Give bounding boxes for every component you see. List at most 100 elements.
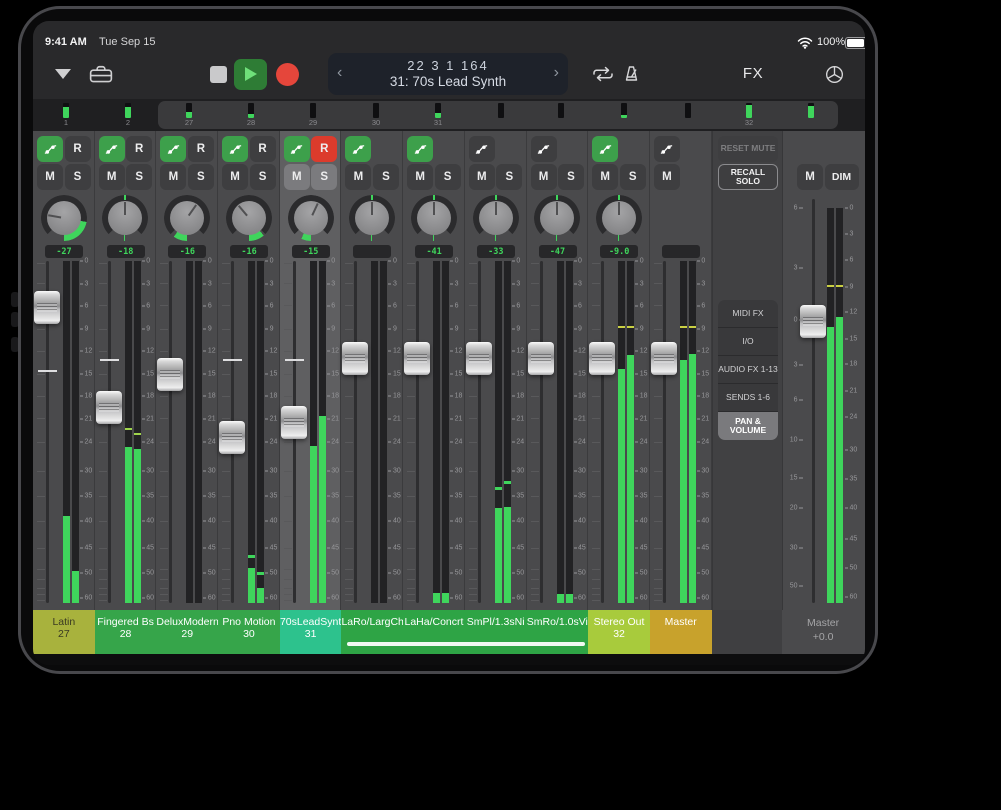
pan-knob[interactable] (534, 195, 580, 241)
record-enable-button[interactable]: R (65, 136, 91, 162)
fader-track[interactable] (663, 261, 666, 603)
track-label-2[interactable]: Fingered Bs28 (95, 610, 157, 654)
solo-button[interactable]: S (311, 164, 337, 190)
automation-button[interactable] (37, 136, 63, 162)
pan-knob[interactable] (288, 195, 334, 241)
track-label-3[interactable]: DeluxModern29 (156, 610, 218, 654)
channel-strip-4[interactable]: RMS-1603691215182124303540455060 (218, 131, 280, 610)
channel-strip-6[interactable]: MS03691215182124303540455060 (341, 131, 403, 610)
fader-cap[interactable] (342, 342, 368, 375)
fader-cap[interactable] (157, 358, 183, 391)
horizontal-scroll-indicator[interactable] (347, 642, 585, 646)
mute-button[interactable]: M (407, 164, 433, 190)
solo-button[interactable]: S (126, 164, 152, 190)
mute-button[interactable]: M (531, 164, 557, 190)
automation-button[interactable] (531, 136, 557, 162)
recall-solo-button[interactable]: RECALL SOLO (718, 164, 778, 190)
track-label-4[interactable]: Pno Motion30 (218, 610, 280, 654)
record-enable-button[interactable]: R (126, 136, 152, 162)
track-label-6[interactable]: LaRo/LargCh (341, 610, 403, 654)
settings-icon[interactable] (824, 64, 845, 90)
browser-icon[interactable] (89, 65, 113, 89)
record-enable-button[interactable]: R (250, 136, 276, 162)
channel-strip-3[interactable]: RMS-1603691215182124303540455060 (156, 131, 218, 610)
solo-button[interactable]: S (250, 164, 276, 190)
master-mute-button[interactable]: M (797, 164, 823, 190)
automation-button[interactable] (469, 136, 495, 162)
pan-knob[interactable] (596, 195, 642, 241)
fader-cap[interactable] (404, 342, 430, 375)
automation-button[interactable] (284, 136, 310, 162)
mute-button[interactable]: M (160, 164, 186, 190)
fader-track[interactable] (416, 261, 419, 603)
cycle-icon[interactable] (591, 66, 615, 87)
fader-cap[interactable] (219, 421, 245, 454)
view-button-i-o[interactable]: I/O (718, 328, 778, 356)
fx-tab-label[interactable]: FX (733, 65, 773, 82)
fader-cap[interactable] (528, 342, 554, 375)
fader-cap[interactable] (466, 342, 492, 375)
record-button[interactable] (276, 63, 299, 86)
solo-button[interactable]: S (435, 164, 461, 190)
channel-overview-ruler[interactable]: 12272829303132 (33, 99, 865, 131)
pan-knob[interactable] (102, 195, 148, 241)
mute-button[interactable]: M (592, 164, 618, 190)
pan-knob[interactable] (411, 195, 457, 241)
automation-button[interactable] (654, 136, 680, 162)
reset-mute-button[interactable]: RESET MUTE (718, 136, 778, 162)
lcd-display[interactable]: ‹ 22 3 1 164 31: 70s Lead Synth › (328, 53, 568, 95)
track-label-11[interactable]: Master (650, 610, 712, 654)
automation-button[interactable] (222, 136, 248, 162)
fader-cap[interactable] (651, 342, 677, 375)
mute-button[interactable]: M (654, 164, 680, 190)
fader-cap[interactable] (589, 342, 615, 375)
solo-button[interactable]: S (496, 164, 522, 190)
solo-button[interactable]: S (188, 164, 214, 190)
channel-strip-11[interactable]: M03691215182124303540455060 (650, 131, 712, 610)
track-label-1[interactable]: Latin27 (33, 610, 95, 654)
view-button-sends-1-6[interactable]: SENDS 1-6 (718, 384, 778, 412)
track-label-5[interactable]: 70sLeadSynt31 (280, 610, 342, 654)
record-enable-button[interactable]: R (311, 136, 337, 162)
chevron-down-icon[interactable] (55, 69, 71, 79)
solo-button[interactable]: S (620, 164, 646, 190)
fader-track[interactable] (478, 261, 481, 603)
fader-track[interactable] (169, 261, 172, 603)
channel-strip-9[interactable]: MS-4703691215182124303540455060 (527, 131, 589, 610)
pan-knob[interactable] (226, 195, 272, 241)
automation-button[interactable] (99, 136, 125, 162)
fader-cap[interactable] (96, 391, 122, 424)
pan-knob[interactable] (473, 195, 519, 241)
fader-cap[interactable] (281, 406, 307, 439)
view-button-midi-fx[interactable]: MIDI FX (718, 300, 778, 328)
pan-knob[interactable] (41, 195, 87, 241)
automation-button[interactable] (160, 136, 186, 162)
fader-track[interactable] (601, 261, 604, 603)
lcd-next-button[interactable]: › (554, 63, 559, 83)
play-button[interactable] (234, 59, 267, 90)
view-button-audio-fx-1-13[interactable]: AUDIO FX 1-13 (718, 356, 778, 384)
master-fader-track[interactable] (812, 199, 815, 603)
mute-button[interactable]: M (469, 164, 495, 190)
track-label-9[interactable]: SmRo/1.0sVi (527, 610, 589, 654)
solo-button[interactable]: S (65, 164, 91, 190)
pan-knob[interactable] (349, 195, 395, 241)
track-label-7[interactable]: LaHa/Concrt (403, 610, 465, 654)
mute-button[interactable]: M (37, 164, 63, 190)
automation-button[interactable] (592, 136, 618, 162)
master-fader-cap[interactable] (800, 305, 826, 338)
fader-cap[interactable] (34, 291, 60, 324)
pan-knob[interactable] (164, 195, 210, 241)
metronome-icon[interactable] (623, 65, 640, 88)
master-dim-button[interactable]: DIM (825, 164, 859, 190)
mute-button[interactable]: M (345, 164, 371, 190)
automation-button[interactable] (407, 136, 433, 162)
solo-button[interactable]: S (373, 164, 399, 190)
automation-button[interactable] (345, 136, 371, 162)
fader-track[interactable] (108, 261, 111, 603)
view-button-pan-volume[interactable]: PAN & VOLUME (718, 412, 778, 440)
track-label-8[interactable]: SmPl/1.3sNi (465, 610, 527, 654)
channel-strip-10[interactable]: MS-9.003691215182124303540455060 (588, 131, 650, 610)
stop-button[interactable] (210, 66, 227, 83)
mute-button[interactable]: M (99, 164, 125, 190)
